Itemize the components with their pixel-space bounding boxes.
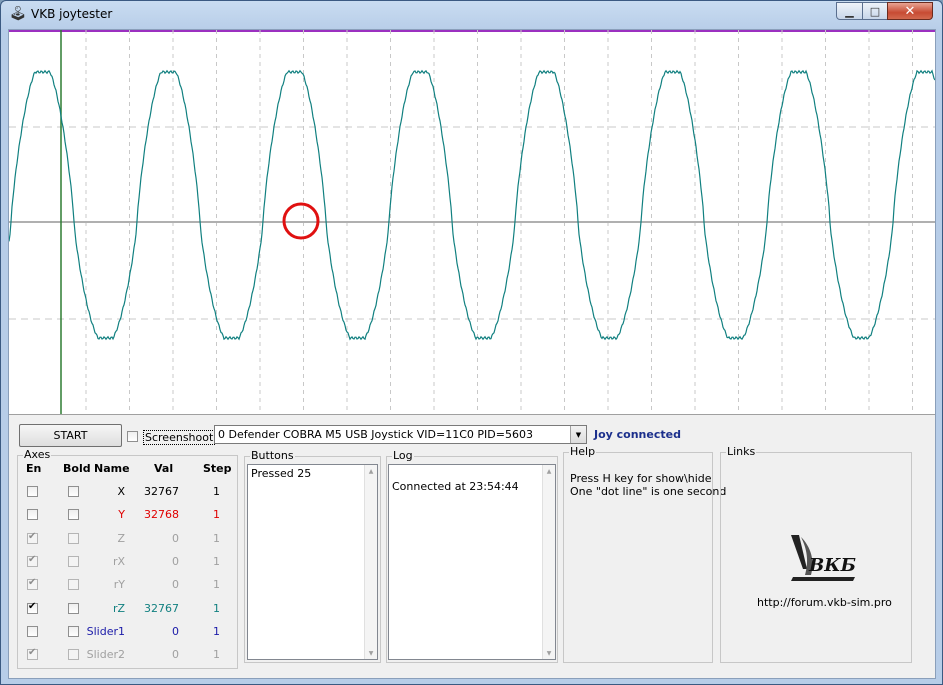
- start-button-label: START: [53, 429, 88, 442]
- help-group-title: Help: [569, 445, 597, 458]
- col-header-step: Step: [203, 462, 232, 475]
- maximize-icon: □: [869, 4, 881, 18]
- log-group-title: Log: [392, 449, 414, 462]
- axis-step: 1: [213, 508, 220, 521]
- axis-step: 1: [213, 578, 220, 591]
- maximize-button[interactable]: □: [862, 2, 888, 20]
- forum-link[interactable]: http://forum.vkb-sim.pro: [757, 596, 892, 609]
- axis-value: 0: [172, 578, 179, 591]
- axis-enable-checkbox[interactable]: [27, 486, 38, 497]
- graph-canvas: [9, 30, 935, 414]
- axis-value: 32767: [144, 485, 179, 498]
- axis-name: rX: [112, 555, 125, 568]
- axis-step: 1: [213, 602, 220, 615]
- axis-name: Y: [118, 508, 125, 521]
- signal-graph[interactable]: [9, 30, 935, 415]
- axis-step: 1: [213, 532, 220, 545]
- axis-step: 1: [213, 648, 220, 661]
- device-select-value: 0 Defender COBRA M5 USB Joystick VID=11C…: [218, 428, 533, 441]
- axis-enable-checkbox[interactable]: [27, 601, 38, 614]
- axis-value: 32767: [144, 602, 179, 615]
- col-header-en: En: [26, 462, 42, 475]
- axis-enable-checkbox[interactable]: [27, 509, 38, 520]
- axis-value: 32768: [144, 508, 179, 521]
- help-line: One "dot line" is one second: [570, 485, 727, 498]
- axis-enable-checkbox[interactable]: [27, 626, 38, 637]
- axis-step: 1: [213, 555, 220, 568]
- scroll-up-icon[interactable]: ▲: [365, 465, 377, 477]
- log-list[interactable]: Connected at 23:54:44 ▲ ▼: [388, 464, 556, 660]
- axis-step: 1: [213, 625, 220, 638]
- app-window: 🕹 VKB joytester ▁ □ ✕ START Screenshoot …: [0, 0, 943, 685]
- axis-name: Z: [117, 532, 125, 545]
- joystick-icon: 🕹: [9, 6, 27, 22]
- buttons-group-title: Buttons: [250, 449, 295, 462]
- scroll-up-icon[interactable]: ▲: [543, 465, 555, 477]
- connection-status: Joy connected: [594, 428, 681, 441]
- axis-value: 0: [172, 555, 179, 568]
- device-select[interactable]: 0 Defender COBRA M5 USB Joystick VID=11C…: [214, 425, 587, 444]
- scroll-down-icon[interactable]: ▼: [365, 647, 377, 659]
- axis-enable-checkbox: [27, 577, 38, 590]
- axis-value: 0: [172, 532, 179, 545]
- vkb-logo-text: ВКБ: [809, 555, 856, 576]
- col-header-bold: Bold: [63, 462, 91, 475]
- axes-group-title: Axes: [23, 448, 52, 461]
- axis-name: rZ: [112, 602, 125, 615]
- start-button[interactable]: START: [19, 424, 122, 447]
- help-line: Press H key for show\hide: [570, 472, 712, 485]
- minimize-icon: ▁: [845, 4, 854, 18]
- axis-enable-checkbox: [27, 531, 38, 544]
- window-title: VKB joytester: [31, 7, 113, 21]
- axis-enable-checkbox: [27, 554, 38, 567]
- graph-signal-trace: [9, 69, 935, 341]
- log-list-scrollbar[interactable]: ▲ ▼: [542, 465, 555, 659]
- axis-value: 0: [172, 625, 179, 638]
- axis-enable-checkbox: [27, 647, 38, 660]
- vkb-logo[interactable]: ВКБ: [785, 531, 861, 587]
- axis-name: rY: [113, 578, 125, 591]
- links-group-title: Links: [726, 445, 757, 458]
- axis-step: 1: [213, 485, 220, 498]
- buttons-list-scrollbar[interactable]: ▲ ▼: [364, 465, 377, 659]
- chevron-down-icon[interactable]: ▼: [570, 426, 586, 443]
- axis-name: Slider1: [86, 625, 125, 638]
- screenshot-checkbox[interactable]: [127, 431, 138, 442]
- buttons-list[interactable]: Pressed 25 ▲ ▼: [247, 464, 378, 660]
- close-button[interactable]: ✕: [887, 2, 933, 20]
- screenshot-label[interactable]: Screenshoot: [143, 430, 216, 445]
- col-header-name: Name: [94, 462, 130, 475]
- col-header-val: Val: [154, 462, 174, 475]
- minimize-button[interactable]: ▁: [836, 2, 863, 20]
- scroll-down-icon[interactable]: ▼: [543, 647, 555, 659]
- axis-name: Slider2: [86, 648, 125, 661]
- axis-value: 0: [172, 648, 179, 661]
- close-icon: ✕: [904, 3, 916, 19]
- title-bar[interactable]: 🕹 VKB joytester ▁ □ ✕: [1, 1, 942, 27]
- log-list-item: Connected at 23:54:44: [392, 480, 519, 493]
- buttons-list-item: Pressed 25: [251, 467, 312, 480]
- axis-name: X: [117, 485, 125, 498]
